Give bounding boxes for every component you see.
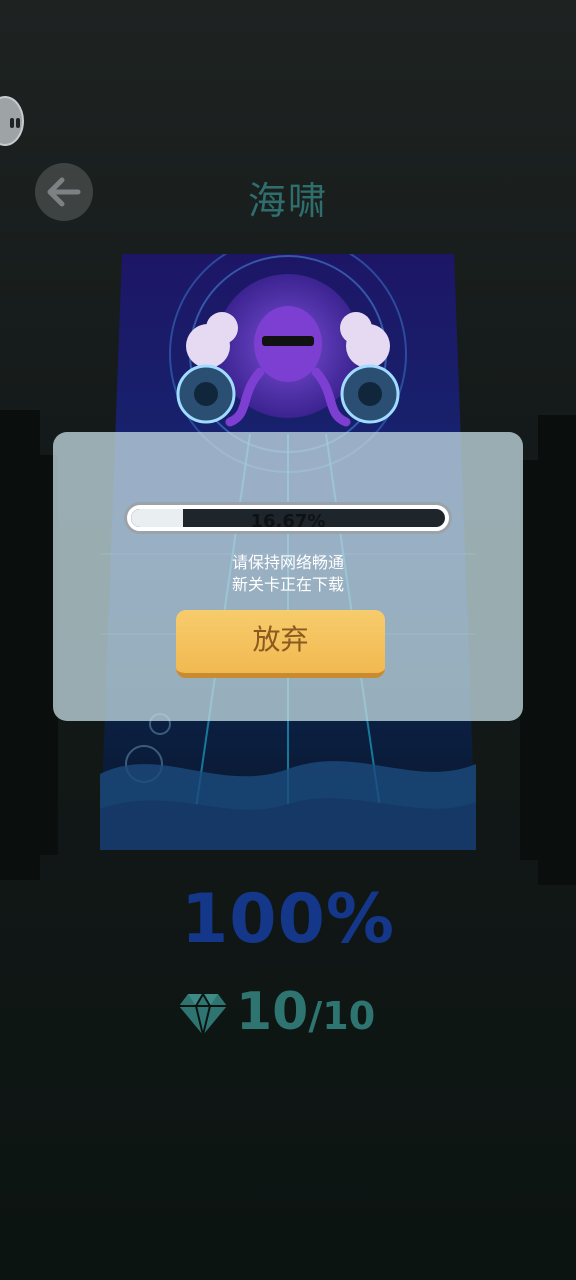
download-dialog: 16.67% 请保持网络畅通 新关卡正在下载 放弃 <box>53 432 523 721</box>
progress-track: 16.67% <box>131 509 445 527</box>
gems-total: 10 <box>322 994 376 1038</box>
gems-separator: / <box>308 994 323 1038</box>
downloading-message: 新关卡正在下载 <box>231 575 344 594</box>
gems-collected: 10 <box>236 982 309 1042</box>
background-building-right-2 <box>520 460 542 860</box>
diamond-icon <box>179 993 227 1036</box>
bubble-eye <box>10 118 14 128</box>
download-progress-bar: 16.67% <box>124 502 452 534</box>
game-screen: { "level": { "title": "海啸" }, "download_… <box>0 0 576 1280</box>
background-building-left <box>0 410 40 880</box>
completion-percent: 100% <box>180 880 396 959</box>
bubble-eye <box>16 118 20 128</box>
floating-bubble-icon[interactable] <box>0 96 24 146</box>
level-title: 海啸 <box>247 179 328 223</box>
progress-label: 16.67% <box>250 511 326 527</box>
gem-counter: 10 / 10 <box>178 982 375 1046</box>
background-building-right <box>538 415 576 885</box>
network-message: 请保持网络畅通 <box>231 553 344 572</box>
abandon-button[interactable]: 放弃 <box>176 610 385 678</box>
